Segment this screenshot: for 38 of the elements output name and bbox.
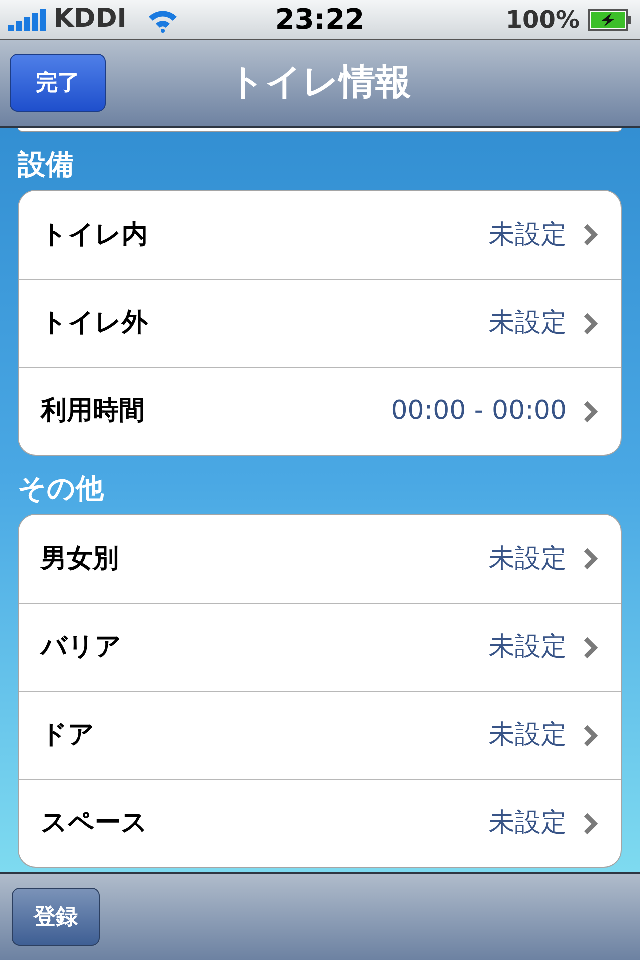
register-button[interactable]: 登録	[12, 888, 100, 946]
row-label: スペース	[41, 807, 149, 840]
table-row[interactable]: トイレ内 未設定	[19, 191, 621, 279]
clock-text: 23:22	[275, 2, 365, 38]
section-header: その他	[18, 471, 106, 507]
chevron-icon	[583, 223, 599, 247]
table-row[interactable]: スペース 未設定	[19, 779, 621, 867]
row-value: 未設定	[489, 307, 567, 340]
chevron-icon	[583, 636, 599, 660]
row-label: ドア	[41, 719, 96, 752]
chevron-icon	[583, 724, 599, 748]
chevron-icon	[583, 312, 599, 336]
table-row[interactable]: 男女別 未設定	[19, 515, 621, 603]
row-label: トイレ外	[41, 307, 149, 340]
section-header: 設備	[18, 147, 75, 183]
row-value: 未設定	[489, 719, 567, 752]
row-value: 未設定	[489, 218, 567, 252]
row-label: 男女別	[41, 542, 120, 576]
row-value: 未設定	[489, 631, 567, 664]
table-row[interactable]: トイレ外 未設定	[19, 279, 621, 367]
chevron-icon	[583, 812, 599, 836]
row-label: 利用時間	[41, 395, 146, 428]
row-value: 未設定	[489, 542, 567, 576]
row-label: バリア	[41, 631, 123, 664]
screen-title: トイレ情報	[228, 61, 412, 105]
table-row[interactable]: バリア 未設定	[19, 603, 621, 691]
battery-percent: 100%	[506, 4, 580, 36]
table-row[interactable]: ドア 未設定	[19, 691, 621, 779]
row-label: トイレ内	[41, 218, 149, 252]
row-value: 未設定	[489, 807, 567, 840]
battery-charging-icon	[588, 8, 632, 30]
done-button[interactable]: 完了	[10, 54, 106, 112]
table-row[interactable]: 利用時間 00:00 - 00:00	[19, 367, 621, 455]
signal-icon	[8, 8, 46, 30]
row-value: 00:00 - 00:00	[391, 395, 567, 428]
chevron-icon	[583, 547, 599, 571]
carrier-text: KDDI	[54, 3, 127, 36]
chevron-icon	[583, 400, 599, 424]
